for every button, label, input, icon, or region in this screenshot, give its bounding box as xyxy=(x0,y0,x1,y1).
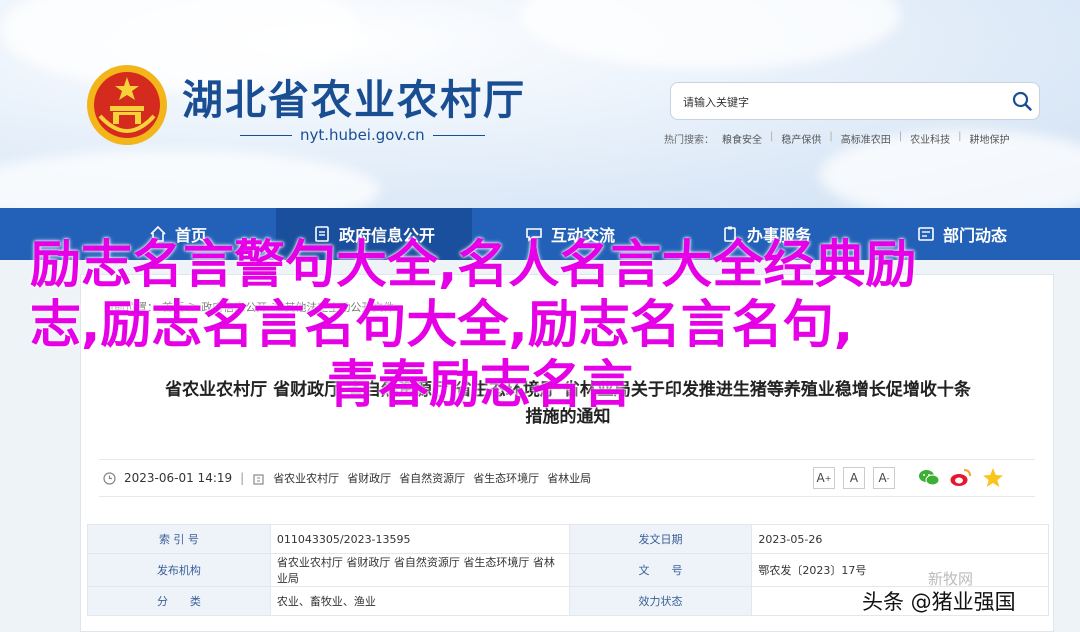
info-key: 发布机构 xyxy=(87,553,271,587)
source-org: 省林业局 xyxy=(547,472,592,485)
source-org: 省农业农村厅 xyxy=(273,472,340,485)
national-emblem-icon[interactable] xyxy=(86,64,168,146)
overlay-line: 志,励志名言名句大全,励志名言名句, xyxy=(30,296,854,355)
info-value: 2023-05-26 xyxy=(751,524,1049,554)
info-key: 效力状态 xyxy=(568,586,753,616)
cloud-decoration xyxy=(0,150,380,208)
font-increase-button[interactable]: A + xyxy=(813,467,835,489)
wechat-icon[interactable] xyxy=(917,466,941,490)
info-key: 发文日期 xyxy=(568,524,753,554)
weibo-icon[interactable] xyxy=(949,466,973,490)
font-button-label: A xyxy=(816,471,825,485)
font-decrease-button[interactable]: A- xyxy=(873,467,895,489)
font-button-mark: - xyxy=(886,473,890,483)
hot-search-link[interactable]: 稳产保供 xyxy=(781,131,821,146)
site-url: nyt.hubei.gov.cn xyxy=(300,126,425,144)
article-meta-row: 2023-06-01 14:19 | 省农业农村厅 省财政厅 省自然资源厅 省生… xyxy=(99,459,1035,497)
table-row: 索 引 号 011043305/2023-13595 发文日期 2023-05-… xyxy=(87,524,1049,554)
font-button-mark: + xyxy=(824,473,832,483)
site-header: 湖北省农业农村厅 nyt.hubei.gov.cn 热门搜索： 粮食安全 | 稳… xyxy=(0,0,1080,208)
divider xyxy=(432,134,485,136)
overlay-headline: 励志名言警句大全,名人名言大全经典励 志,励志名言名句大全,励志名言名句, 青春… xyxy=(30,236,1050,416)
publish-date: 2023-06-01 14:19 xyxy=(124,471,233,485)
hot-search-link[interactable]: 粮食安全 xyxy=(722,131,762,146)
search-icon[interactable] xyxy=(1011,90,1033,112)
search-box xyxy=(670,82,1040,121)
info-value: 省农业农村厅 省财政厅 省自然资源厅 省生态环境厅 省林业局 xyxy=(269,553,570,587)
info-value: 鄂农发〔2023〕17号 xyxy=(751,553,1049,587)
article-tools: A + A A- xyxy=(813,466,1005,490)
source-org: 省自然资源厅 xyxy=(399,472,466,485)
article-meta-left: 2023-06-01 14:19 | 省农业农村厅 省财政厅 省自然资源厅 省生… xyxy=(103,470,591,486)
hot-search-row: 热门搜索： 粮食安全 | 稳产保供 | 高标准农田 | 农业科技 | 耕地保护 xyxy=(664,131,1010,146)
source-org: 省财政厅 xyxy=(347,472,392,485)
qzone-icon[interactable] xyxy=(981,466,1005,490)
site-url-row: nyt.hubei.gov.cn xyxy=(240,126,485,144)
info-key: 索 引 号 xyxy=(87,524,271,554)
site-title[interactable]: 湖北省农业农村厅 xyxy=(182,66,526,126)
hot-search-link[interactable]: 高标准农田 xyxy=(841,131,891,146)
search-input[interactable] xyxy=(681,83,995,121)
overlay-line: 青春励志名言 xyxy=(326,356,633,415)
divider xyxy=(240,134,292,136)
info-value: 011043305/2023-13595 xyxy=(269,524,570,554)
separator: | xyxy=(770,131,774,142)
info-value: 农业、畜牧业、渔业 xyxy=(269,586,570,616)
clock-icon xyxy=(103,471,116,485)
overlay-line: 励志名言警句大全,名人名言大全经典励 xyxy=(30,236,917,295)
cloud-decoration xyxy=(520,0,900,70)
hot-search-link[interactable]: 耕地保护 xyxy=(970,131,1010,146)
table-row: 发布机构 省农业农村厅 省财政厅 省自然资源厅 省生态环境厅 省林业局 文 号 … xyxy=(87,553,1049,587)
separator: | xyxy=(898,131,903,142)
separator: | xyxy=(958,131,962,142)
separator: | xyxy=(240,471,245,485)
info-key: 分 类 xyxy=(87,586,271,616)
info-key: 文 号 xyxy=(568,553,753,587)
font-button-label: A xyxy=(849,471,859,485)
watermark: 头条 @猪业强国 xyxy=(862,590,1016,614)
hot-search-label: 热门搜索： xyxy=(664,135,714,146)
font-reset-button[interactable]: A xyxy=(843,467,865,489)
source-org: 省生态环境厅 xyxy=(473,472,540,485)
font-button-label: A xyxy=(878,471,887,485)
separator: | xyxy=(829,131,833,142)
hot-search-link[interactable]: 农业科技 xyxy=(910,131,950,146)
building-icon xyxy=(253,473,264,485)
